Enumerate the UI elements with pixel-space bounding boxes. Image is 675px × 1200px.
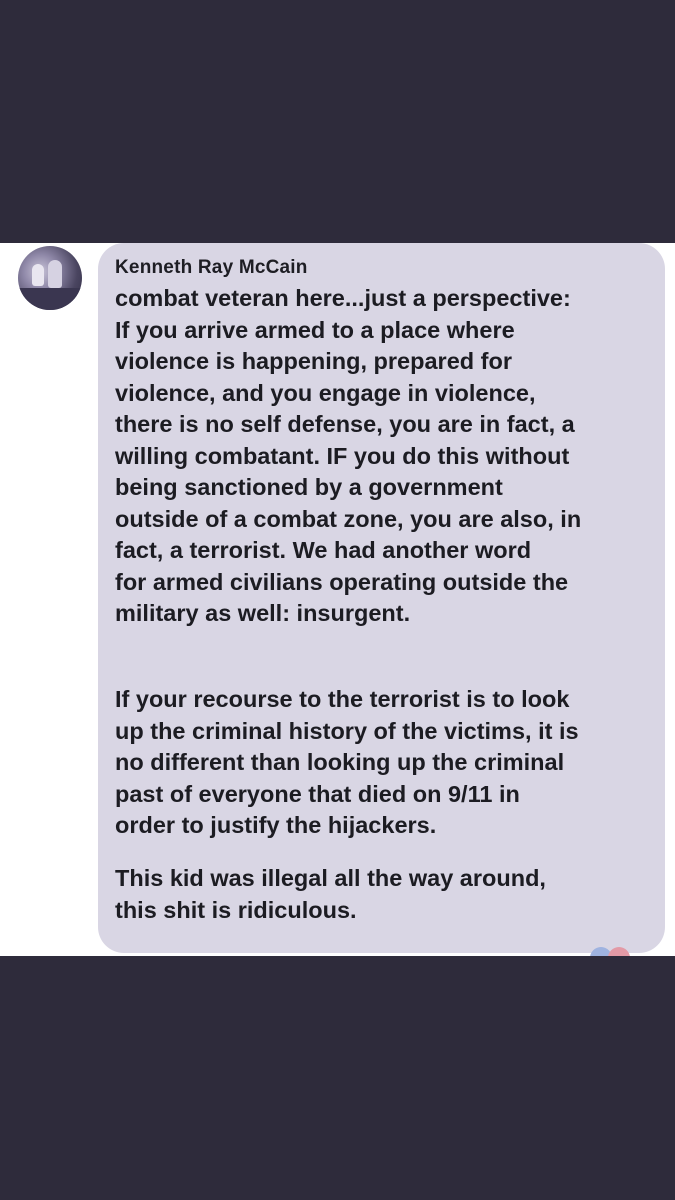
comment-line: for armed civilians operating outside th… bbox=[115, 568, 569, 595]
comment-line: past of everyone that died on 9/11 in bbox=[115, 780, 520, 807]
comment-author[interactable]: Kenneth Ray McCain bbox=[115, 257, 308, 279]
comment-line: combat veteran here...just a perspective… bbox=[115, 285, 571, 311]
comment-line: This kid was illegal all the way around, bbox=[115, 865, 546, 891]
comment-paragraph-2: If your recourse to the terrorist is to … bbox=[115, 684, 660, 842]
comment-line: violence, and you engage in violence, bbox=[115, 379, 536, 406]
comment-line: fact, a terrorist. We had another word bbox=[115, 537, 532, 563]
comment-line: If your recourse to the terrorist is to … bbox=[115, 686, 570, 712]
love-icon bbox=[608, 947, 630, 956]
comment-paragraph-1: combat veteran here...just a perspective… bbox=[115, 283, 660, 630]
comment-paragraph-3: This kid was illegal all the way around,… bbox=[115, 863, 660, 926]
comment-line: willing combatant. IF you do this withou… bbox=[115, 442, 570, 469]
comment-line: order to justify the hijackers. bbox=[115, 812, 437, 838]
comment-line: no different than looking up the crimina… bbox=[115, 749, 565, 775]
comment-screenshot: Kenneth Ray McCain combat veteran here..… bbox=[0, 243, 675, 956]
avatar-ground bbox=[18, 288, 82, 310]
avatar-figure-left bbox=[32, 264, 44, 286]
comment-line: being sanctioned by a government bbox=[115, 474, 503, 500]
avatar-figure-right bbox=[48, 260, 62, 288]
avatar[interactable] bbox=[18, 246, 82, 310]
comment-line: military as well: insurgent. bbox=[115, 600, 411, 626]
comment-bubble: Kenneth Ray McCain combat veteran here..… bbox=[98, 243, 665, 953]
comment-line: If you arrive armed to a place where bbox=[115, 316, 515, 343]
comment-line: outside of a combat zone, you are also, … bbox=[115, 505, 582, 532]
comment-line: up the criminal history of the victims, … bbox=[115, 717, 579, 744]
comment-line: there is no self defense, you are in fac… bbox=[115, 411, 575, 437]
comment-line: this shit is ridiculous. bbox=[115, 896, 357, 923]
reactions-badge[interactable] bbox=[590, 947, 650, 956]
comment-line: violence is happening, prepared for bbox=[115, 348, 512, 374]
